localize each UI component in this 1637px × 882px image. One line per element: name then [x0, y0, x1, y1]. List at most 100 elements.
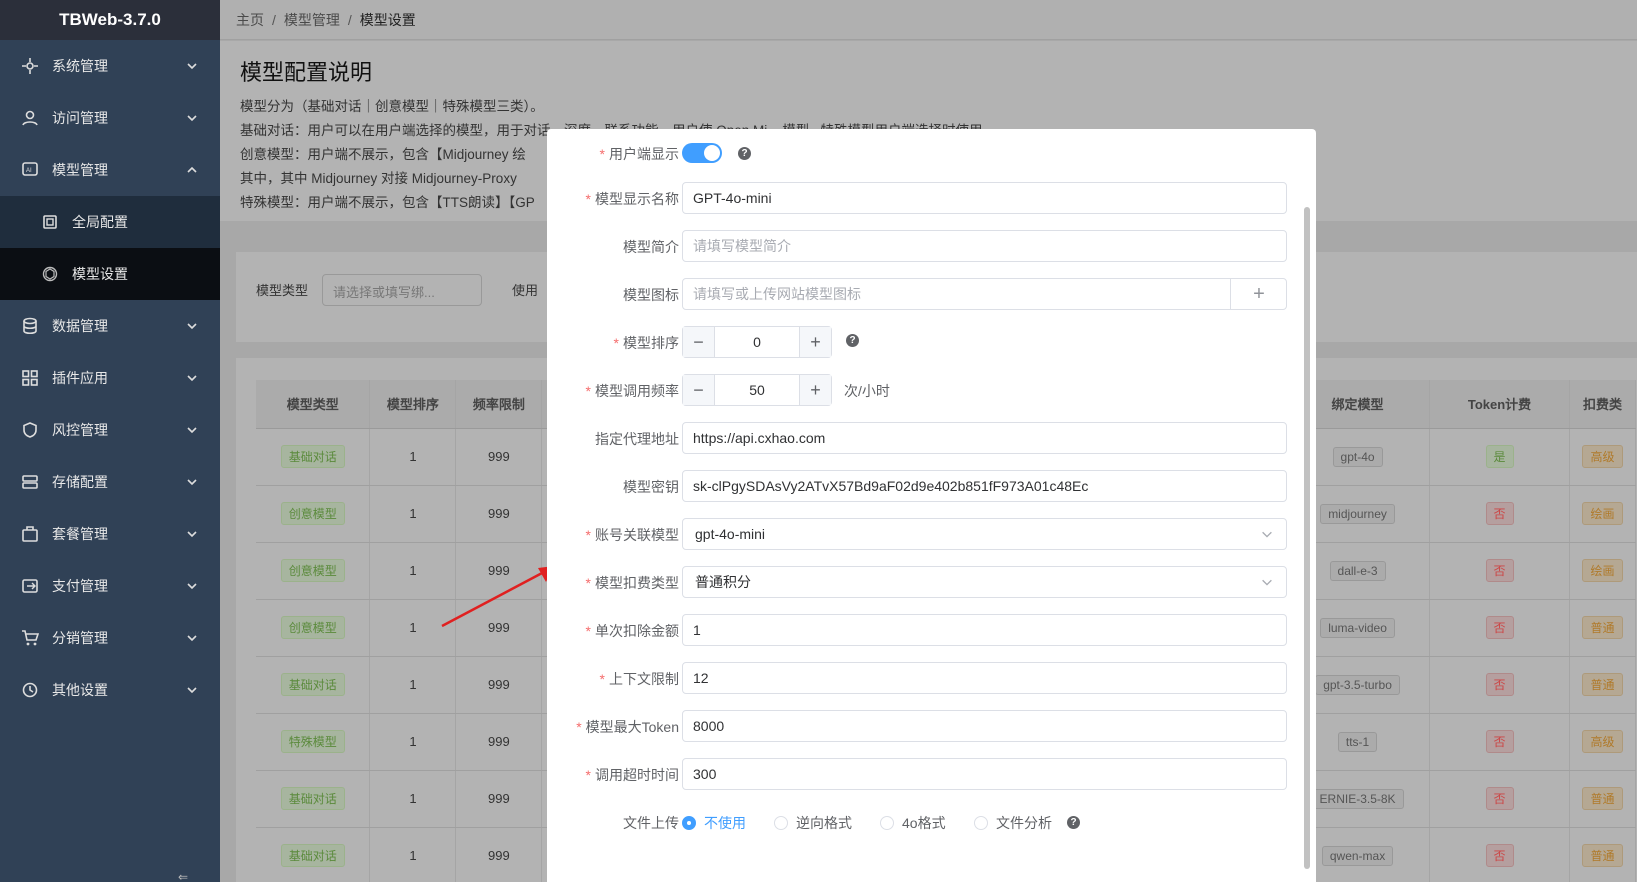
system-icon	[20, 56, 40, 76]
freq-minus-button[interactable]: −	[683, 375, 715, 405]
filter-type-label: 模型类型	[256, 283, 309, 298]
sort-cell: 1	[369, 713, 457, 771]
file-upload-radio-reverse[interactable]: 逆向格式	[774, 813, 852, 833]
freq-cell: 999	[455, 428, 543, 486]
form-row-display-name: * 模型显示名称 GPT-4o-mini	[547, 182, 1307, 214]
model-type-tag: 基础对话	[280, 787, 345, 810]
sidebar-item-label: 支付管理	[52, 578, 108, 594]
sidebar-item-label: 套餐管理	[52, 526, 108, 542]
intro-input[interactable]: 请填写模型简介	[682, 230, 1287, 262]
sidebar-item-model-settings[interactable]: 模型设置	[0, 248, 220, 300]
table-cell: 是	[1429, 428, 1570, 486]
col-freq: 频率限制	[455, 380, 543, 429]
context-input[interactable]: 12	[682, 662, 1287, 694]
sidebar-item-risk[interactable]: 风控管理	[0, 404, 220, 456]
sidebar-item-model[interactable]: AI 模型管理	[0, 144, 220, 196]
file-upload-label: 文件上传	[623, 815, 679, 831]
max-token-input[interactable]: 8000	[682, 710, 1287, 742]
chevron-down-icon	[187, 323, 197, 330]
package-icon	[20, 524, 40, 544]
freq-value-input[interactable]: 50	[715, 375, 799, 405]
file-upload-radio-none[interactable]: 不使用	[682, 813, 746, 833]
freq-cell: 999	[455, 485, 543, 543]
show-client-switch[interactable]	[682, 143, 722, 163]
token-tag: 是	[1485, 445, 1514, 468]
breadcrumb-home[interactable]: 主页	[236, 10, 264, 30]
fee-tag: 普通	[1582, 673, 1623, 696]
chevron-down-icon	[187, 63, 197, 70]
model-type-tag: 创意模型	[280, 616, 345, 639]
help-icon[interactable]: ?	[1067, 816, 1080, 829]
file-upload-radio-analysis[interactable]: 文件分析	[974, 813, 1052, 833]
deduct-input[interactable]: 1	[682, 614, 1287, 646]
token-tag: 否	[1485, 844, 1514, 867]
sort-value-input[interactable]: 0	[715, 327, 799, 357]
fee-tag: 高级	[1582, 445, 1623, 468]
sidebar-item-access[interactable]: 访问管理	[0, 92, 220, 144]
apps-icon	[20, 368, 40, 388]
help-icon[interactable]: ?	[738, 147, 751, 160]
freq-stepper: − 50 +	[682, 374, 832, 406]
table-cell: 否	[1429, 656, 1570, 714]
sidebar-item-data[interactable]: 数据管理	[0, 300, 220, 352]
sidebar-item-label: 全局配置	[72, 214, 128, 230]
sidebar-item-global-config[interactable]: 全局配置	[0, 196, 220, 248]
shield-icon	[20, 420, 40, 440]
form-row-bind-model: * 账号关联模型 gpt-4o-mini	[547, 518, 1307, 550]
sidebar-item-system[interactable]: 系统管理	[0, 40, 220, 92]
icon-input[interactable]: 请填写或上传网站模型图标	[682, 278, 1287, 310]
collapse-sidebar-icon[interactable]: ⇐	[178, 870, 200, 882]
model-type-tag: 创意模型	[280, 502, 345, 525]
fee-type-select[interactable]: 普通积分	[682, 566, 1287, 598]
freq-cell: 999	[455, 827, 543, 882]
config-icon	[40, 212, 60, 232]
user-icon	[20, 108, 40, 128]
icon-label: 模型图标	[623, 287, 679, 303]
sidebar-item-label: 存储配置	[52, 474, 108, 490]
sidebar-item-other[interactable]: 其他设置	[0, 664, 220, 716]
bind-model-select[interactable]: gpt-4o-mini	[682, 518, 1287, 550]
table-cell: 否	[1429, 542, 1570, 600]
display-name-label: 模型显示名称	[595, 191, 679, 207]
form-row-key: 模型密钥 sk-clPgySDAsVy2ATvX57Bd9aF02d9e402b…	[547, 470, 1307, 502]
filter-type-select[interactable]: 请选择或填写绑...	[322, 274, 482, 306]
sidebar-item-plugins[interactable]: 插件应用	[0, 352, 220, 404]
chevron-down-icon	[187, 427, 197, 434]
sidebar-item-package[interactable]: 套餐管理	[0, 508, 220, 560]
freq-plus-button[interactable]: +	[799, 375, 831, 405]
key-input[interactable]: sk-clPgySDAsVy2ATvX57Bd9aF02d9e402b851fF…	[682, 470, 1287, 502]
freq-cell: 999	[455, 770, 543, 828]
sort-minus-button[interactable]: −	[683, 327, 715, 357]
sort-cell: 1	[369, 770, 457, 828]
display-name-input[interactable]: GPT-4o-mini	[682, 182, 1287, 214]
table-cell: 普通	[1569, 599, 1637, 657]
sidebar-item-label: 数据管理	[52, 318, 108, 334]
timeout-input[interactable]: 300	[682, 758, 1287, 790]
table-cell: 基础对话	[256, 428, 371, 486]
sidebar-item-label: 模型设置	[72, 266, 128, 282]
breadcrumb-model[interactable]: 模型管理	[284, 10, 340, 30]
table-cell: 否	[1429, 827, 1570, 882]
proxy-input[interactable]: https://api.cxhao.com	[682, 422, 1287, 454]
sidebar-item-distribution[interactable]: 分销管理	[0, 612, 220, 664]
fee-tag: 普通	[1582, 787, 1623, 810]
bind-model-tag: qwen-max	[1321, 845, 1394, 866]
help-icon[interactable]: ?	[846, 334, 859, 347]
bind-model-tag: luma-video	[1320, 617, 1395, 638]
table-cell: 否	[1429, 713, 1570, 771]
sidebar-item-payment[interactable]: 支付管理	[0, 560, 220, 612]
sidebar-item-storage[interactable]: 存储配置	[0, 456, 220, 508]
chevron-down-icon	[1262, 531, 1272, 538]
model-type-tag: 基础对话	[280, 844, 345, 867]
sort-plus-button[interactable]: +	[799, 327, 831, 357]
token-tag: 否	[1485, 787, 1514, 810]
history-icon	[20, 680, 40, 700]
intro-line: 模型分为（基础对话｜创意模型｜特殊模型三类）。	[240, 99, 544, 114]
file-upload-radio-4o[interactable]: 4o格式	[880, 813, 946, 833]
form-row-deduct: * 单次扣除金额 1	[547, 614, 1307, 646]
table-cell: 高级	[1569, 428, 1637, 486]
table-cell: 普通	[1569, 656, 1637, 714]
fee-tag: 普通	[1582, 616, 1623, 639]
upload-icon-button[interactable]: +	[1230, 278, 1287, 310]
table-cell: 创意模型	[256, 485, 371, 543]
